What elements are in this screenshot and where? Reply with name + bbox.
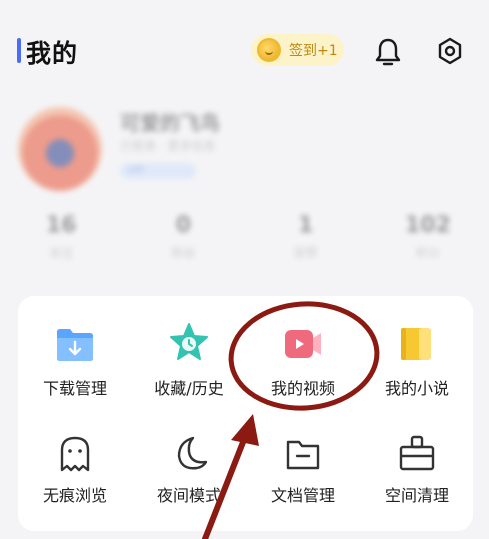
tool-label: 收藏/历史 — [154, 379, 224, 398]
tool-label: 无痕浏览 — [42, 486, 107, 505]
tools-card: 下载管理 收藏/历史 我的视频 我的小说 无痕浏览 夜间模式 文档管理 空间清理 — [18, 296, 473, 531]
tool-label: 文档管理 — [270, 486, 335, 505]
star-clock-icon — [170, 323, 208, 360]
vip-badge: VIP — [120, 163, 196, 179]
tool-label: 下载管理 — [42, 379, 107, 398]
space-cleanup-button[interactable]: 空间清理 — [360, 430, 474, 530]
my-videos-button[interactable]: 我的视频 — [246, 320, 360, 420]
video-icon — [285, 330, 321, 358]
title-accent-bar — [17, 38, 21, 63]
stat-label: 粉丝 — [171, 246, 196, 260]
signin-label: 签到+1 — [289, 43, 338, 59]
signin-button[interactable]: 签到+1 — [251, 34, 344, 66]
stat-item[interactable]: 0 粉丝 — [122, 213, 244, 261]
coin-icon — [257, 38, 281, 62]
nickname: 可爱的飞鸟 — [120, 111, 220, 135]
avatar[interactable] — [18, 107, 102, 191]
profile-subline: 已登录 · 更多信息 — [120, 139, 216, 153]
folder-icon — [286, 440, 320, 470]
stat-item[interactable]: 1 获赞 — [245, 213, 367, 261]
stat-label: 关注 — [49, 246, 74, 260]
document-manager-button[interactable]: 文档管理 — [246, 430, 360, 530]
tool-label: 我的小说 — [384, 379, 449, 398]
incognito-browsing-button[interactable]: 无痕浏览 — [18, 430, 132, 530]
stat-label: 获赞 — [293, 246, 318, 260]
favorites-history-button[interactable]: 收藏/历史 — [132, 320, 246, 420]
tool-label: 我的视频 — [270, 379, 335, 398]
page-title: 我的 — [26, 39, 79, 68]
folder-download-icon — [57, 329, 93, 361]
gear-icon[interactable] — [435, 36, 465, 66]
ghost-icon — [60, 436, 90, 472]
stat-value: 102 — [404, 213, 451, 238]
download-manager-button[interactable]: 下载管理 — [18, 320, 132, 420]
stat-value: 16 — [45, 213, 77, 238]
night-mode-button[interactable]: 夜间模式 — [132, 430, 246, 530]
profile-section[interactable]: 可爱的飞鸟 已登录 · 更多信息 VIP 16 关注 0 粉丝 1 获赞 102… — [0, 95, 489, 285]
stat-item[interactable]: 16 关注 — [0, 213, 122, 261]
stat-label: 积分 — [415, 246, 440, 260]
stat-value: 0 — [175, 213, 192, 238]
moon-icon — [177, 436, 208, 470]
book-icon — [401, 328, 431, 360]
bell-icon[interactable] — [374, 37, 402, 67]
stats-row: 16 关注 0 粉丝 1 获赞 102 积分 — [0, 213, 489, 261]
stat-value: 1 — [297, 213, 314, 238]
broom-icon — [399, 435, 435, 471]
tool-label: 夜间模式 — [156, 486, 221, 505]
my-novels-button[interactable]: 我的小说 — [360, 320, 474, 420]
stat-item[interactable]: 102 积分 — [367, 213, 489, 261]
tool-label: 空间清理 — [384, 486, 449, 505]
header: 我的 签到+1 — [0, 0, 489, 100]
